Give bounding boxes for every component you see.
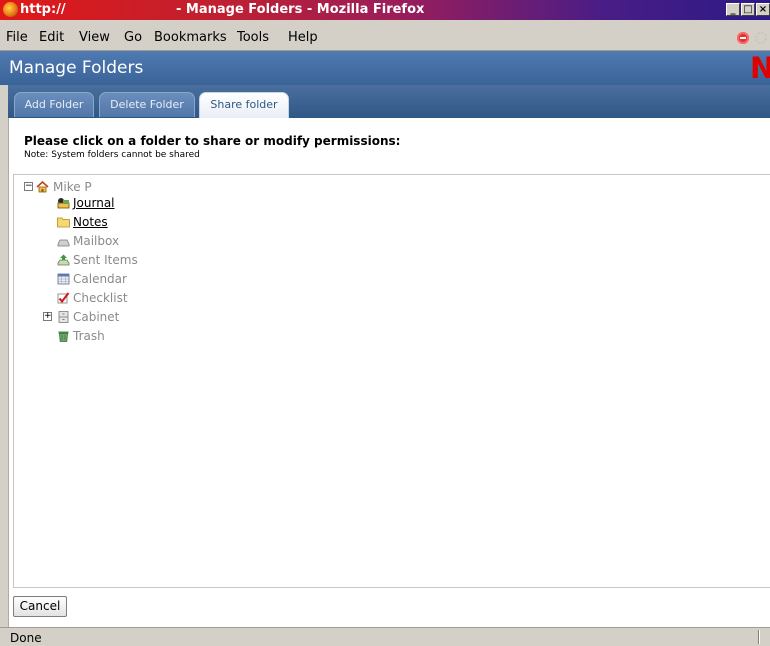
menu-edit[interactable]: Edit	[39, 30, 64, 45]
stop-icon[interactable]	[737, 32, 749, 44]
left-frame-line	[8, 118, 9, 627]
tree-item-label: Checklist	[73, 291, 128, 305]
menu-bar: File Edit View Go Bookmarks Tools Help	[0, 20, 770, 51]
tree-item-label: Trash	[73, 329, 105, 343]
menu-file[interactable]: File	[6, 30, 28, 45]
collapse-toggle[interactable]: −	[24, 182, 33, 191]
tab-delete-folder[interactable]: Delete Folder	[99, 92, 195, 117]
tree-item-label: Sent Items	[73, 253, 138, 267]
window-title-bar: http:// - Manage Folders - Mozilla Firef…	[0, 0, 770, 20]
tree-root-label: Mike P	[53, 180, 92, 194]
cabinet-icon	[58, 311, 69, 323]
menu-view[interactable]: View	[79, 30, 110, 45]
mailbox-icon	[57, 239, 70, 247]
instruction-text: Please click on a folder to share or mod…	[24, 134, 401, 148]
home-icon	[36, 181, 49, 193]
tree-item-label[interactable]: Notes	[73, 215, 108, 229]
journal-icon	[57, 198, 70, 209]
tab-add-folder[interactable]: Add Folder	[14, 92, 94, 117]
menu-bookmarks[interactable]: Bookmarks	[154, 30, 227, 45]
close-button[interactable]: ×	[756, 3, 770, 16]
menu-tools[interactable]: Tools	[237, 30, 269, 45]
menu-go[interactable]: Go	[124, 30, 142, 45]
status-text: Done	[10, 631, 42, 645]
expand-toggle[interactable]: +	[43, 312, 52, 321]
checklist-icon	[57, 292, 70, 304]
status-divider	[758, 630, 760, 644]
tree-item-label: Cabinet	[73, 310, 120, 324]
tab-share-folder[interactable]: Share folder	[199, 92, 289, 118]
window-title: - Manage Folders - Mozilla Firefox	[176, 2, 425, 17]
tree-item-label: Calendar	[73, 272, 127, 286]
status-bar: Done	[0, 627, 770, 646]
window-title-url: http://	[20, 2, 66, 17]
page-title: Manage Folders	[9, 58, 144, 78]
folder-icon	[57, 217, 70, 228]
cancel-button[interactable]: Cancel	[13, 596, 67, 617]
note-text: Note: System folders cannot be shared	[24, 150, 200, 160]
menu-help[interactable]: Help	[288, 30, 318, 45]
tree-item-label: Mailbox	[73, 234, 120, 248]
folder-tree-panel: − Mike P Journal Notes Mailbox Sent Item…	[13, 174, 770, 588]
tree-item-label[interactable]: Journal	[73, 196, 115, 210]
app-header: Manage Folders	[0, 51, 770, 85]
sent-items-icon	[57, 254, 70, 266]
throbber-icon	[755, 32, 767, 44]
brand-logo: N	[750, 51, 770, 85]
calendar-icon	[57, 273, 70, 285]
left-frame-edge	[0, 85, 8, 627]
trash-icon	[58, 331, 69, 342]
maximize-button[interactable]: □	[741, 3, 755, 16]
tab-strip: Add Folder Delete Folder Share folder	[8, 85, 770, 118]
minimize-button[interactable]: _	[726, 3, 740, 16]
firefox-icon	[3, 2, 18, 17]
